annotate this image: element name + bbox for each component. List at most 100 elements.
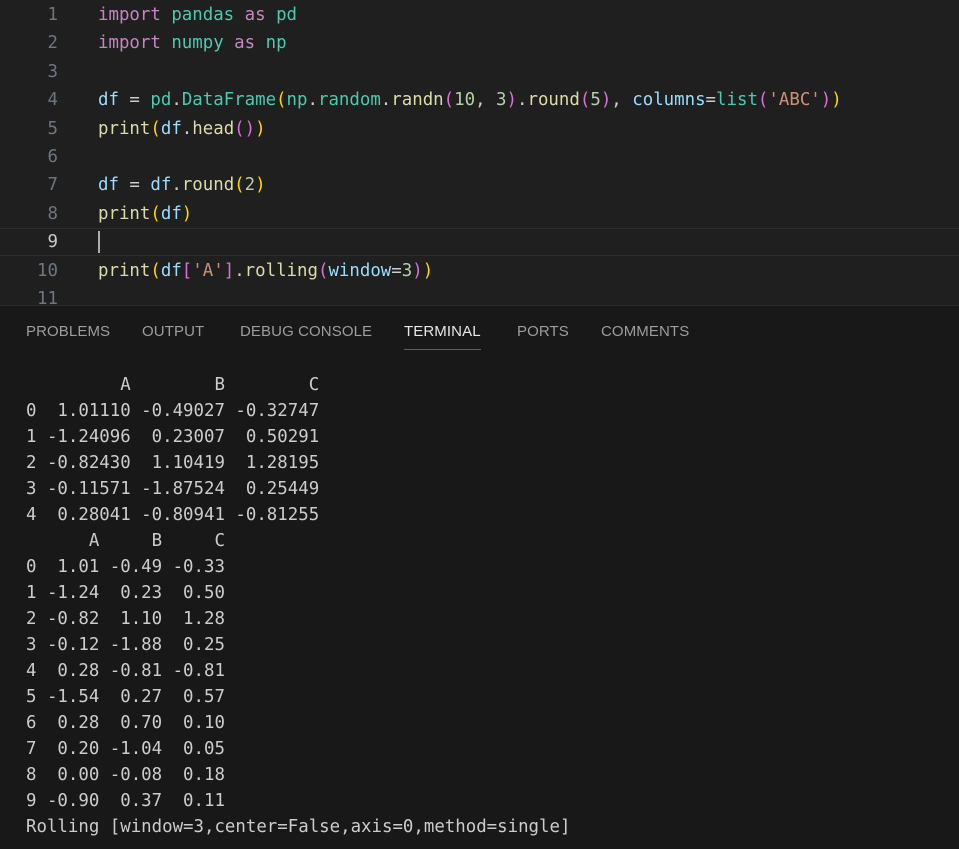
code-line[interactable]: 1 import pandas as pd [0,1,959,29]
code-token: ( [150,260,161,281]
code-token: round [181,175,235,196]
terminal-line: Rolling [window=3,center=False,axis=0,me… [26,817,571,837]
line-number: 3 [47,61,58,82]
code-token: = [705,90,717,111]
code-token: print [98,260,151,281]
code-token: = [118,90,151,111]
code-text: print(df.head()) [98,115,266,143]
code-token: round [527,90,580,111]
terminal-line: 1 -1.24 0.23 0.50 [26,583,225,603]
code-token: 10 [454,90,476,111]
code-token: numpy [171,33,224,54]
code-token: randn [391,90,444,111]
code-text: import numpy as np [98,29,287,57]
code-token: df [160,118,182,139]
tab-ports[interactable]: PORTS [517,323,569,349]
code-line[interactable]: 10 print(df['A'].rolling(window=3)) [0,257,959,285]
code-token: ) [422,260,434,281]
code-line[interactable]: 9 [0,228,959,256]
text-cursor [98,231,100,254]
terminal-output[interactable]: A B C 0 1.01110 -0.49027 -0.32747 1 -1.240… [26,372,946,840]
code-token: ) [412,260,423,281]
code-token: , [475,90,497,111]
code-token: pd [276,5,298,25]
tab-output[interactable]: OUTPUT [142,323,204,349]
code-token: df [160,260,182,281]
code-text: df = pd.DataFrame(np.random.randn(10, 3)… [98,86,842,114]
code-token: ) [181,203,193,224]
code-line[interactable]: 7 df = df.round(2) [0,171,959,199]
line-number: 9 [47,232,58,253]
code-text: print(df['A'].rolling(window=3)) [98,257,433,285]
code-token: head [192,118,235,139]
code-token: 3 [401,260,413,281]
code-token: ) [506,90,517,111]
code-token: columns [632,90,706,111]
code-token: np [265,33,287,54]
code-token: ( [276,90,287,111]
code-token: = [391,260,402,281]
code-line[interactable]: 6 [0,143,959,171]
code-token: 2 [244,175,256,196]
code-line[interactable]: 2 import numpy as np [0,29,959,57]
tab-comments[interactable]: COMMENTS [601,323,689,349]
code-line[interactable]: 8 print(df) [0,200,959,228]
terminal-line: 2 -0.82430 1.10419 1.28195 [26,453,320,473]
code-token: ( [757,90,769,111]
code-token: = [118,175,151,196]
code-token: ) [600,90,612,111]
code-token: window [328,260,392,281]
code-token: ) [820,90,832,111]
code-token: ( [150,118,161,139]
code-token: pd [150,90,172,111]
code-line[interactable]: 4 df = pd.DataFrame(np.random.randn(10, 3… [0,86,959,114]
line-number: 8 [47,203,58,224]
code-token: 'ABC' [768,90,821,111]
line-number: 5 [47,118,58,139]
code-token: ( [579,90,591,111]
terminal-line: 3 -0.11571 -1.87524 0.25449 [26,479,320,499]
code-line[interactable]: 3 [0,58,959,86]
code-editor[interactable]: 1 import pandas as pd 2 import numpy as np 3… [0,0,959,305]
code-token: list [716,90,758,111]
code-line[interactable]: 5 print(df.head()) [0,115,959,143]
code-token: as [244,5,266,25]
code-token: print [98,118,151,139]
code-token: [ [181,260,193,281]
line-number: 4 [47,90,58,111]
code-token: df [98,175,119,196]
terminal-line: 3 -0.12 -1.88 0.25 [26,635,225,655]
code-token: df [150,175,172,196]
code-token: 3 [496,90,507,111]
code-line[interactable]: 11 [0,285,959,305]
terminal-line: 0 1.01 -0.49 -0.33 [26,557,225,577]
tab-debug-console[interactable]: DEBUG CONSOLE [240,323,372,349]
line-number: 6 [47,147,58,167]
code-token: . [380,90,392,111]
code-token: , [611,90,633,111]
line-number: 1 [47,5,58,25]
code-token: ( [234,175,245,196]
code-token: rolling [244,260,318,281]
code-token: . [171,90,182,111]
terminal-line: 0 1.01110 -0.49027 -0.32747 [26,401,320,421]
code-token: import [98,33,161,54]
line-number: 11 [37,289,58,305]
code-token: 5 [590,90,601,111]
terminal-line: 4 0.28041 -0.80941 -0.81255 [26,505,320,525]
terminal-line: 6 0.28 0.70 0.10 [26,713,225,733]
panel-tab-bar: PROBLEMS OUTPUT DEBUG CONSOLE TERMINAL P… [0,306,959,362]
code-token: df [160,203,182,224]
tab-problems[interactable]: PROBLEMS [26,323,110,349]
terminal-line: 2 -0.82 1.10 1.28 [26,609,225,629]
code-token: 'A' [192,260,224,281]
code-token: ( [317,260,329,281]
code-token: df [98,90,119,111]
terminal-line: 8 0.00 -0.08 0.18 [26,765,225,785]
code-token: pandas [171,5,235,25]
tab-terminal[interactable]: TERMINAL [404,323,481,350]
line-number: 2 [47,33,58,54]
